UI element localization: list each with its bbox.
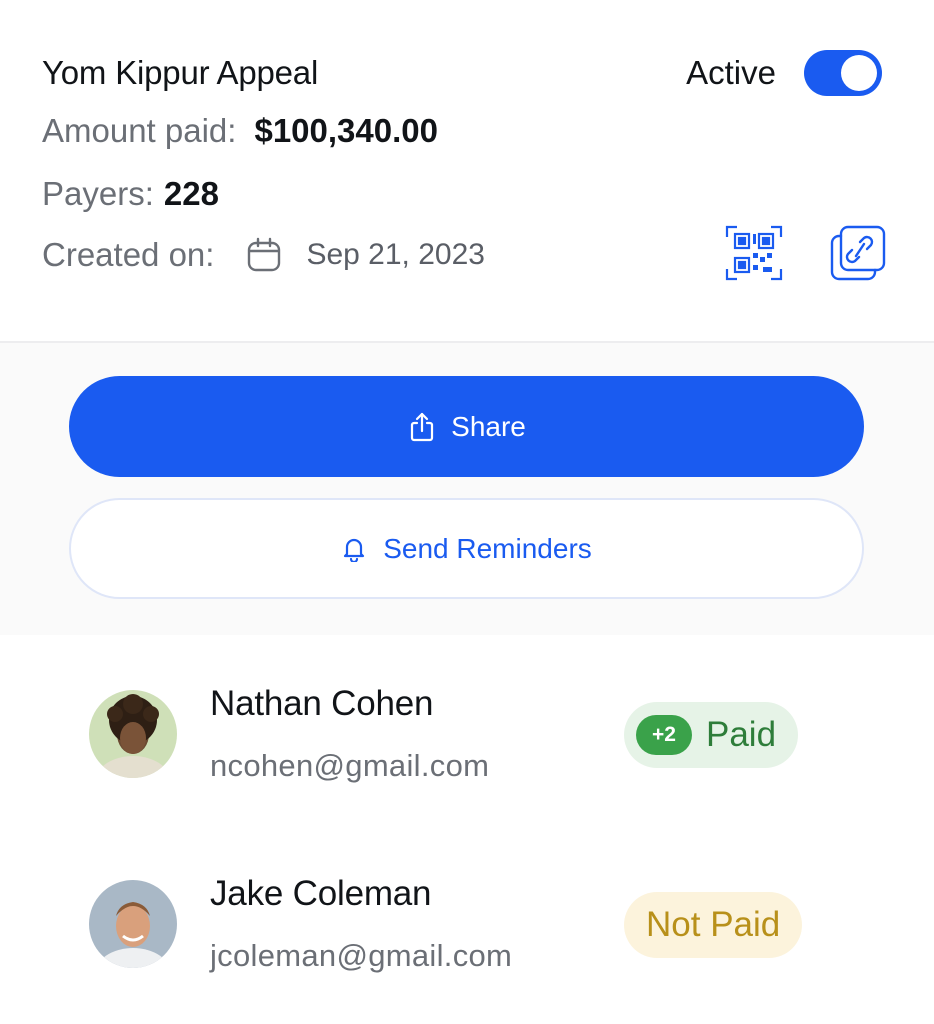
toggle-knob: [841, 55, 877, 91]
status-area: Active: [686, 50, 882, 96]
payer-email: ncohen@gmail.com: [210, 748, 490, 783]
list-item[interactable]: Nathan Cohen ncohen@gmail.com +2 Paid: [0, 680, 934, 800]
action-panel: Share Send Reminders: [0, 341, 934, 635]
avatar: [89, 880, 177, 968]
payer-name: Nathan Cohen: [210, 684, 434, 723]
share-icon: [407, 412, 437, 442]
status-text: Not Paid: [646, 905, 781, 944]
avatar: [89, 690, 177, 778]
send-reminders-button[interactable]: Send Reminders: [69, 498, 864, 599]
payer-name: Jake Coleman: [210, 874, 432, 913]
payers-row: Payers: 228: [42, 175, 219, 213]
status-badge: +2 Paid: [624, 702, 799, 768]
payer-email: jcoleman@gmail.com: [210, 938, 513, 973]
amount-row: Amount paid: $100,340.00: [42, 112, 438, 150]
list-item[interactable]: Jake Coleman jcoleman@gmail.com Not Paid: [0, 870, 934, 990]
qr-code-icon: [725, 225, 783, 286]
campaign-header: Yom Kippur Appeal Active Amount paid: $1…: [0, 0, 934, 342]
active-toggle[interactable]: [804, 50, 882, 96]
status-label: Active: [686, 54, 776, 91]
copy-link-button[interactable]: [828, 224, 888, 287]
payers-count: 228: [163, 175, 219, 212]
bell-icon: [341, 536, 367, 562]
send-reminders-label: Send Reminders: [383, 532, 592, 564]
extra-count-badge: +2: [636, 715, 692, 755]
amount-value: $100,340.00: [254, 112, 438, 149]
share-label: Share: [451, 410, 526, 442]
created-row: Created on: Sep 21, 2023: [42, 236, 485, 274]
status-text: Paid: [706, 715, 777, 754]
qr-code-button[interactable]: [724, 225, 784, 286]
campaign-title: Yom Kippur Appeal: [42, 54, 319, 91]
created-label: Created on:: [42, 236, 215, 273]
created-date: Sep 21, 2023: [306, 238, 485, 271]
calendar-icon: [246, 237, 282, 273]
amount-label: Amount paid:: [42, 112, 237, 149]
copy-link-icon: [829, 224, 887, 287]
payers-label: Payers:: [42, 175, 154, 212]
share-button[interactable]: Share: [69, 376, 864, 477]
status-badge: Not Paid: [624, 892, 803, 958]
